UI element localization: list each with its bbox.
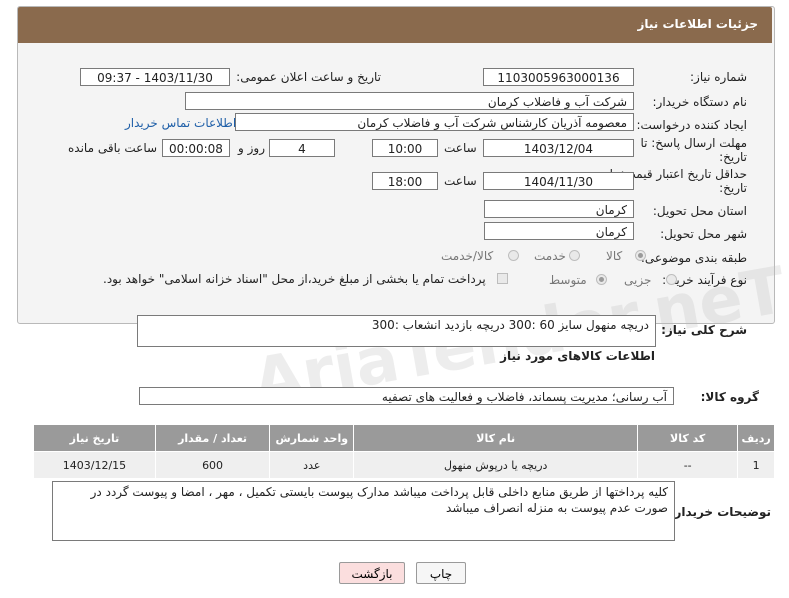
deadline-time-label: ساعت	[444, 141, 477, 155]
buyer-label: نام دستگاه خریدار:	[652, 95, 748, 109]
category-service-radio[interactable]	[569, 250, 580, 261]
deadline-label-2: تاریخ:	[719, 150, 747, 164]
validity-date-field: 1404/11/30	[483, 172, 634, 190]
deadline-date-field: 1403/12/04	[483, 139, 634, 157]
city-label: شهر محل تحویل:	[660, 227, 747, 241]
buyer-notes-label: توضیحات خریدار:	[669, 505, 771, 519]
remaining-label: ساعت باقی مانده	[68, 141, 158, 155]
description-field: دریچه منهول سایز 60 :300 دریچه بازدید ان…	[137, 315, 656, 347]
validity-time-label: ساعت	[444, 174, 477, 188]
validity-label-2: تاریخ:	[719, 181, 747, 195]
table-header-row: ردیف کد کالا نام کالا واحد شمارش تعداد /…	[33, 424, 775, 452]
need-number-label: شماره نیاز:	[690, 70, 747, 84]
page-title: جزئیات اطلاعات نیاز	[637, 17, 758, 31]
province-field: کرمان	[484, 200, 634, 218]
process-minor-radio[interactable]	[666, 274, 677, 285]
announce-label: تاریخ و ساعت اعلان عمومی:	[236, 70, 381, 84]
creator-field: معصومه آذریان کارشناس شرکت آب و فاضلاب ک…	[235, 113, 634, 131]
row-code: --	[637, 451, 739, 479]
col-date: تاریخ نیاز	[33, 424, 156, 452]
buyer-notes-field: کلیه پرداختها از طریق منابع داخلی قابل پ…	[52, 481, 675, 541]
col-quantity: تعداد / مقدار	[154, 424, 271, 452]
goods-group-field: آب رسانی؛ مدیریت پسماند، فاضلاب و فعالیت…	[139, 387, 674, 405]
days-label: روز و	[238, 141, 265, 155]
category-goods-label: کالا	[606, 249, 623, 263]
row-quantity: 600	[154, 451, 271, 479]
category-label: طبقه بندی موضوعی:	[640, 251, 747, 265]
days-field: 4	[269, 139, 335, 157]
table-row: 1 -- دریچه یا درپوش منهول عدد 600 1403/1…	[33, 451, 775, 479]
announce-field: 1403/11/30 - 09:37	[80, 68, 230, 86]
payment-note: پرداخت تمام یا بخشی از مبلغ خرید،از محل …	[103, 272, 486, 286]
process-medium-label: متوسط	[549, 273, 587, 287]
city-field: کرمان	[484, 222, 634, 240]
category-both-radio[interactable]	[508, 250, 519, 261]
row-date: 1403/12/15	[33, 451, 156, 479]
col-name: نام کالا	[353, 424, 639, 452]
category-service-label: خدمت	[534, 249, 566, 263]
col-row: ردیف	[737, 424, 775, 452]
treasury-payment-checkbox[interactable]	[497, 273, 508, 284]
row-unit: عدد	[269, 451, 355, 479]
process-medium-radio[interactable]	[596, 274, 607, 285]
back-button[interactable]: بازگشت	[339, 562, 405, 584]
description-label: شرح کلی نیاز:	[661, 323, 747, 337]
goods-group-label: گروه کالا:	[700, 390, 759, 404]
print-button[interactable]: چاپ	[416, 562, 466, 584]
province-label: استان محل تحویل:	[652, 204, 747, 218]
contact-buyer-link[interactable]: اطلاعات تماس خریدار	[125, 116, 236, 130]
col-unit: واحد شمارش	[269, 424, 355, 452]
buyer-field: شرکت آب و فاضلاب کرمان	[185, 92, 634, 110]
process-minor-label: جزیی	[624, 273, 652, 287]
panel-header: جزئیات اطلاعات نیاز	[18, 7, 772, 43]
category-goods-radio[interactable]	[635, 250, 646, 261]
goods-section-title: اطلاعات کالاهای مورد نیاز	[500, 349, 655, 363]
goods-table: ردیف کد کالا نام کالا واحد شمارش تعداد /…	[33, 424, 775, 479]
deadline-label: مهلت ارسال پاسخ: تا	[640, 136, 747, 150]
row-name: دریچه یا درپوش منهول	[353, 451, 639, 479]
remaining-field: 00:00:08	[162, 139, 230, 157]
deadline-time-field: 10:00	[372, 139, 438, 157]
col-code: کد کالا	[637, 424, 739, 452]
category-both-label: کالا/خدمت	[441, 249, 494, 263]
need-number-field: 1103005963000136	[483, 68, 634, 86]
validity-time-field: 18:00	[372, 172, 438, 190]
creator-label: ایجاد کننده درخواست:	[636, 118, 747, 132]
row-index: 1	[737, 451, 775, 479]
